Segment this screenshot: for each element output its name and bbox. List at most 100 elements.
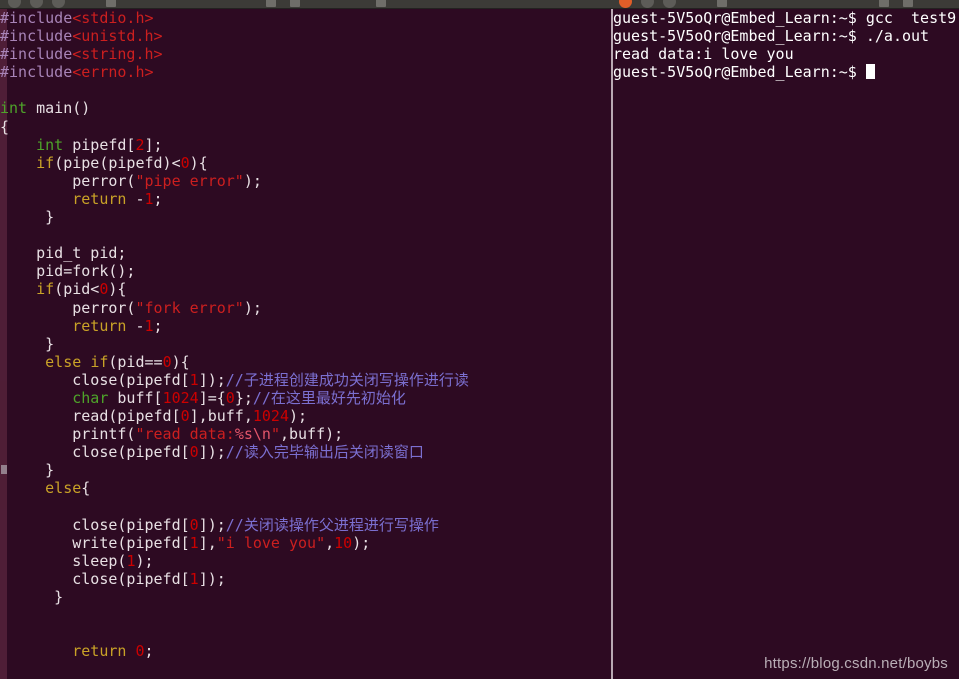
- code-token: "pipe error": [135, 171, 244, 190]
- minimize-icon[interactable]: [8, 0, 21, 8]
- app-icon: [106, 0, 116, 7]
- maximize-icon[interactable]: [30, 0, 43, 8]
- code-token: {: [81, 479, 91, 498]
- toolbar-icon-b[interactable]: [290, 0, 300, 7]
- code-line: }: [0, 208, 469, 226]
- code-token: 1024: [252, 407, 289, 426]
- titlebar-editor-window[interactable]: [0, 0, 611, 9]
- code-line: {: [0, 118, 469, 136]
- code-token: 0: [225, 388, 235, 407]
- terminal-prompt: guest-5V5oQr@Embed_Learn:~$: [613, 9, 857, 27]
- code-token: if: [36, 153, 55, 172]
- code-token: "read data:: [135, 425, 235, 444]
- code-token: buff[: [108, 388, 163, 407]
- code-token: ]);: [198, 443, 226, 462]
- code-token: close(pipefd[: [0, 370, 190, 389]
- code-token: }: [0, 461, 55, 480]
- code-token: 2: [135, 135, 145, 154]
- code-token: }: [0, 334, 55, 353]
- code-token: return: [72, 316, 127, 335]
- code-line: #include<errno.h>: [0, 63, 469, 81]
- code-token: 0: [180, 153, 190, 172]
- code-line: else{: [0, 479, 469, 497]
- minimize-icon[interactable]: [641, 0, 654, 8]
- code-token: ];: [144, 135, 163, 154]
- code-token: {: [0, 117, 10, 136]
- code-token: ,: [325, 533, 335, 552]
- code-token: return: [72, 189, 127, 208]
- code-token: #include: [0, 9, 73, 27]
- code-token: 0: [189, 443, 199, 462]
- code-line: pid_t pid;: [0, 244, 469, 262]
- code-token: <unistd.h>: [72, 27, 163, 46]
- toolbar-icon-d[interactable]: [879, 0, 889, 7]
- code-token: ;: [144, 642, 154, 661]
- terminal-command: ./a.out: [856, 27, 930, 46]
- code-token: ],: [198, 533, 217, 552]
- code-line: printf("read data:%s\n",buff);: [0, 425, 469, 443]
- code-line: close(pipefd[0]);//关闭读操作父进程进行写操作: [0, 516, 469, 534]
- code-token: char: [72, 388, 109, 407]
- code-line: }: [0, 461, 469, 479]
- code-line: }: [0, 588, 469, 606]
- code-token: }: [0, 588, 64, 606]
- code-token: //子进程创建成功关闭写操作进行读: [225, 370, 469, 389]
- close-icon[interactable]: [619, 0, 632, 8]
- code-token: 1: [144, 189, 154, 208]
- toolbar-icon-c[interactable]: [376, 0, 386, 7]
- close-icon[interactable]: [52, 0, 65, 8]
- source-code-text[interactable]: #include<stdio.h> #include<unistd.h> #incl…: [0, 9, 469, 679]
- code-line: sleep(1);: [0, 552, 469, 570]
- code-token: if: [90, 352, 109, 371]
- code-line: close(pipefd[1]);: [0, 570, 469, 588]
- code-token: ]);: [198, 515, 226, 534]
- code-token: 1: [189, 533, 199, 552]
- terminal-line: guest-5V5oQr@Embed_Learn:~$ ./a.out: [613, 27, 959, 45]
- titlebar-terminal-window[interactable]: [611, 0, 959, 9]
- terminal-prompt: guest-5V5oQr@Embed_Learn:~$: [613, 27, 857, 46]
- code-token: //读入完毕输出后关闭读窗口: [225, 443, 424, 462]
- terminal-output-text[interactable]: guest-5V5oQr@Embed_Learn:~$ gcc test9. gu…: [613, 9, 959, 81]
- terminal-pane[interactable]: guest-5V5oQr@Embed_Learn:~$ gcc test9. gu…: [613, 9, 959, 679]
- code-token: //关闭读操作父进程进行写操作: [225, 515, 439, 534]
- code-line: close(pipefd[1]);//子进程创建成功关闭写操作进行读: [0, 371, 469, 389]
- code-token: -: [126, 189, 145, 208]
- code-line: if(pipe(pipefd)<0){: [0, 154, 469, 172]
- terminal-icon: [717, 0, 727, 7]
- code-token: int: [0, 99, 28, 118]
- code-token: );: [289, 407, 308, 426]
- terminal-prompt: guest-5V5oQr@Embed_Learn:~$: [613, 63, 857, 82]
- code-token: ){: [108, 280, 127, 299]
- code-token: close(pipefd[: [0, 443, 190, 462]
- code-token: %s\n: [234, 425, 271, 444]
- maximize-icon[interactable]: [663, 0, 676, 8]
- code-token: return: [72, 642, 127, 661]
- code-token: "i love you": [216, 533, 326, 552]
- code-token: 0: [180, 407, 190, 426]
- code-editor-pane[interactable]: #include<stdio.h> #include<unistd.h> #incl…: [0, 9, 611, 679]
- code-line: int pipefd[2];: [0, 136, 469, 154]
- code-token: 10: [334, 533, 353, 552]
- toolbar-icon-a[interactable]: [266, 0, 276, 7]
- code-line: read(pipefd[0],buff,1024);: [0, 407, 469, 425]
- code-line: return 0;: [0, 642, 469, 660]
- code-token: ]);: [198, 370, 226, 389]
- terminal-line: guest-5V5oQr@Embed_Learn:~$: [613, 63, 959, 81]
- code-token: 1: [189, 569, 199, 588]
- toolbar-icon-e[interactable]: [903, 0, 913, 7]
- code-token: ;: [153, 316, 163, 335]
- code-line: #include<string.h>: [0, 45, 469, 63]
- terminal-command: gcc test9.: [856, 9, 959, 27]
- code-token: <string.h>: [72, 45, 163, 64]
- code-token: 0: [162, 352, 172, 371]
